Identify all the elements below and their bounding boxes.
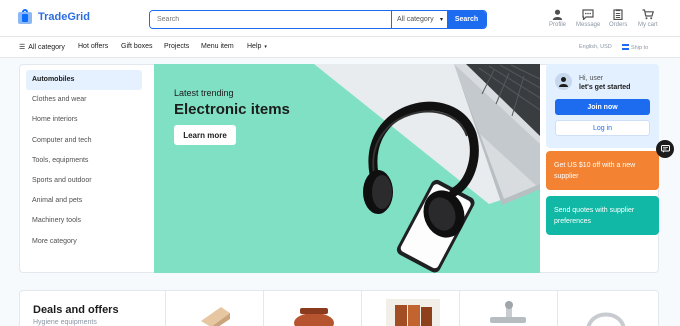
- deals-title: Deals and offers: [33, 304, 119, 316]
- product-image-books: [386, 299, 440, 326]
- search-input[interactable]: [150, 11, 391, 28]
- ship-to-selector[interactable]: Ship to: [622, 44, 648, 52]
- nav-help-label: Help: [247, 43, 262, 50]
- nav-gift-boxes[interactable]: Gift boxes: [121, 43, 153, 50]
- nav-help[interactable]: Help ▾: [247, 43, 267, 50]
- product-image-wood: [201, 307, 230, 326]
- ship-to-label: Ship to: [631, 45, 649, 51]
- nav-projects[interactable]: Projects: [164, 43, 189, 50]
- hero-banner: Latest trending Electronic items Learn m…: [154, 64, 540, 273]
- message-label: Message: [576, 22, 601, 28]
- product-image-mirror: [586, 312, 626, 326]
- banner-title: Electronic items: [174, 101, 290, 118]
- nav-menu-item[interactable]: Menu item: [201, 43, 234, 50]
- banner-subtitle: Latest trending: [174, 88, 234, 98]
- deal-item[interactable]: [557, 291, 655, 326]
- greeting-prompt: let's get started: [579, 84, 631, 91]
- cart-icon: [642, 9, 654, 20]
- orders-icon: [612, 9, 624, 20]
- category-select-value: All category: [397, 16, 434, 23]
- chevron-down-icon: ▾: [264, 43, 267, 50]
- category-item[interactable]: Machinery tools: [26, 211, 142, 231]
- log-in-button[interactable]: Log in: [555, 120, 650, 136]
- category-item[interactable]: Sports and outdoor: [26, 171, 142, 191]
- greeting-line: Hi, user: [579, 75, 604, 82]
- category-item[interactable]: Tools, equipments: [26, 151, 142, 171]
- language-label: English, USD: [579, 44, 612, 50]
- nav-bar: ☰ All category Hot offers Gift boxes Pro…: [0, 36, 680, 58]
- orders-action[interactable]: Orders: [609, 9, 627, 28]
- promo-card-discount[interactable]: Get US $10 off with a new supplier: [546, 151, 659, 190]
- headphones-laptop-image: [314, 64, 540, 273]
- greeting: Hi, user let's get started: [579, 74, 630, 92]
- deal-item[interactable]: [361, 291, 459, 326]
- product-image-pot: [294, 308, 334, 326]
- category-item[interactable]: More category: [26, 232, 142, 252]
- promo-card-quotes[interactable]: Send quotes with supplier preferences: [546, 196, 659, 235]
- nav-all-category-label: All category: [28, 43, 65, 51]
- category-item[interactable]: Clothes and wear: [26, 90, 142, 110]
- deal-item[interactable]: [459, 291, 557, 326]
- cart-label: My cart: [638, 22, 658, 28]
- message-action[interactable]: Message: [576, 9, 600, 28]
- floating-chat-button[interactable]: [656, 140, 674, 158]
- chevron-down-icon: ▾: [439, 17, 443, 23]
- product-image-faucet: [490, 301, 526, 323]
- profile-label: Profile: [549, 22, 567, 28]
- category-item[interactable]: Home interiors: [26, 110, 142, 130]
- user-card: Hi, user let's get started Join now Log …: [546, 64, 659, 148]
- chat-icon: [660, 145, 670, 153]
- menu-icon: ☰: [19, 44, 26, 51]
- deal-item[interactable]: [263, 291, 361, 326]
- flag-icon: [622, 44, 629, 52]
- learn-more-button[interactable]: Learn more: [174, 125, 236, 145]
- cart-action[interactable]: My cart: [638, 9, 658, 28]
- user-avatar-icon: [559, 77, 568, 87]
- brand-logo[interactable]: TradeGrid: [18, 9, 90, 25]
- search-button[interactable]: Search: [447, 11, 486, 28]
- category-list: Automobiles Clothes and wear Home interi…: [26, 70, 142, 252]
- nav-hot-offers[interactable]: Hot offers: [78, 43, 108, 50]
- shopping-bag-icon: [18, 9, 34, 25]
- avatar: [555, 73, 572, 90]
- category-item[interactable]: Automobiles: [26, 70, 142, 90]
- language-selector[interactable]: English, USD: [579, 44, 612, 50]
- orders-label: Orders: [609, 22, 628, 28]
- category-item[interactable]: Computer and tech: [26, 131, 142, 151]
- category-select[interactable]: All category ▾: [391, 11, 447, 28]
- nav-all-category[interactable]: ☰ All category: [19, 43, 65, 52]
- search-bar: All category ▾ Search: [149, 10, 487, 29]
- profile-icon: [552, 9, 564, 20]
- header: TradeGrid All category ▾ Search Profile …: [0, 0, 680, 36]
- category-item[interactable]: Animal and pets: [26, 191, 142, 211]
- deals-subtitle: Hygiene equipments: [33, 319, 97, 326]
- deal-item[interactable]: [165, 291, 263, 326]
- message-icon: [582, 9, 594, 20]
- join-now-button[interactable]: Join now: [555, 99, 650, 115]
- deals-section: Deals and offers Hygiene equipments: [19, 290, 659, 326]
- profile-action[interactable]: Profile: [549, 9, 566, 28]
- brand-name: TradeGrid: [38, 11, 90, 23]
